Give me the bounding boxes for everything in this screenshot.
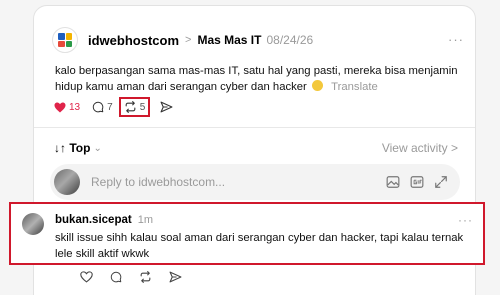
send-icon: [160, 101, 173, 113]
reply-placeholder[interactable]: Reply to idwebhostcom...: [91, 175, 225, 189]
channel-name[interactable]: Mas Mas IT: [197, 33, 261, 47]
logo-icon: [58, 33, 72, 47]
post-actions: 13 7 5: [54, 97, 188, 117]
chevron-right-icon: >: [185, 34, 192, 46]
comment-item: bukan.sicepat 1m ··· skill issue sihh kal…: [9, 202, 485, 265]
comment-username[interactable]: bukan.sicepat: [55, 214, 132, 226]
post-body: kalo berpasangan sama mas-mas IT, satu h…: [55, 63, 470, 95]
post-date: 08/24/26: [266, 33, 314, 47]
comment-time: 1m: [137, 214, 153, 226]
post-username[interactable]: idwebhostcom: [88, 33, 179, 48]
repost-button[interactable]: 5: [118, 97, 151, 117]
more-options-icon[interactable]: ···: [458, 213, 473, 227]
send-icon[interactable]: [169, 271, 182, 283]
repost-icon: [125, 101, 136, 113]
comment-button[interactable]: 7: [92, 101, 113, 113]
more-options-icon[interactable]: ···: [448, 32, 464, 47]
sort-bar: ↓↑ Top ⌄ View activity >: [54, 141, 458, 155]
share-button[interactable]: [160, 101, 176, 113]
post-header: idwebhostcom > Mas Mas IT 08/24/26 ···: [52, 26, 464, 54]
image-icon[interactable]: [386, 175, 400, 189]
gif-icon[interactable]: [410, 175, 424, 189]
divider: [34, 127, 475, 128]
repost-icon[interactable]: [139, 271, 152, 283]
heart-icon[interactable]: [80, 271, 93, 283]
chevron-down-icon[interactable]: ⌄: [93, 143, 101, 154]
reply-input[interactable]: Reply to idwebhostcom...: [50, 164, 460, 200]
comment-text: skill issue sihh kalau soal aman dari se…: [55, 232, 464, 260]
comment-icon[interactable]: [110, 271, 122, 283]
post-text: kalo berpasangan sama mas-mas IT, satu h…: [55, 65, 458, 93]
avatar: [54, 169, 80, 195]
heart-icon: [54, 102, 66, 112]
sort-dropdown[interactable]: ↓↑ Top: [54, 141, 90, 155]
avatar[interactable]: [52, 27, 78, 53]
repost-count: 5: [139, 101, 146, 113]
reply-tools: [386, 175, 448, 189]
comment-header: bukan.sicepat 1m: [55, 214, 153, 226]
comment-actions: [80, 271, 182, 283]
laughing-emoji-icon: [311, 80, 323, 91]
comment-icon: [92, 101, 104, 113]
avatar[interactable]: [22, 213, 44, 235]
translate-link[interactable]: Translate: [331, 81, 378, 93]
like-count: 13: [69, 101, 81, 113]
comment-count: 7: [107, 101, 113, 113]
like-button[interactable]: 13: [54, 102, 80, 113]
view-activity-link[interactable]: View activity >: [382, 141, 458, 155]
expand-icon[interactable]: [434, 175, 448, 189]
